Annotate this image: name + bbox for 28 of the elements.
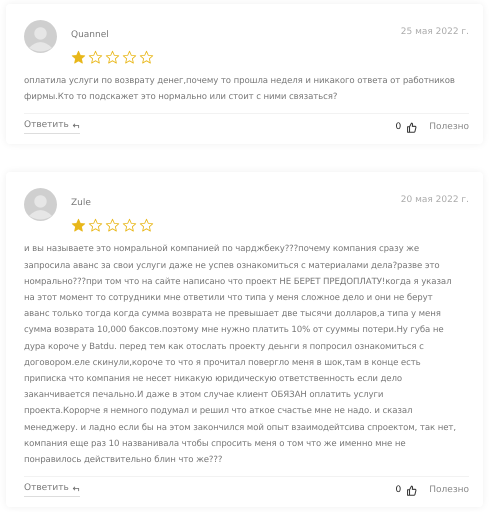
empty-star-icon xyxy=(88,218,103,234)
helpful-label[interactable]: Полезно xyxy=(429,122,469,132)
reply-link[interactable]: Ответить xyxy=(24,483,80,498)
empty-star-icon xyxy=(88,50,103,65)
thumbs-up-icon[interactable] xyxy=(406,122,418,133)
review-text: оплатила услуги по возврату денег,почему то прошла неделя и никакого ответа от работников фирмы.Кто то подскажет это нормально или стоит с ними связаться? xyxy=(24,75,456,104)
author-name: Quannel xyxy=(71,30,110,40)
reply-link[interactable]: Ответить xyxy=(24,120,80,134)
helpful-label[interactable]: Полезно xyxy=(429,485,469,496)
review-text: и вы называете это номральной компанией по чарджбеку???почему компания сразу же запросила аванс за свои услуги даже не успев ознакомиться с материалами дела?разве это номрально???при том что на сайте написано что проект НЕ БЕРЕТ ПРЕДОПЛАТУ!когда я указал на этот момент то сотрудники мне ответили что типа у меня сложное дело и они не берут аванс только тогда когда сумма возврата не превышает две тысячи долларов,а типа у меня сумма возврата 10,000 баксов.поэтому мне нужно платить 10% от сууммы потери.Ну губа не дура короче у Batdu. перед тем как отослать проекту деьнги я попросил ознакомиться с договором.еле скинули,короче то что я прочитал повергло меня в шок,там в конце есть приписка что компания не несет никакую юридическую ответственность если дело заканчивается печально.И даже в этом случае клиент ОБЯЗАН оплатить услуги проекта.Корорче я немного подумал и решил что аткое счастье мне не надо. и сказал менеджеру. и ладно если бы на этом закончился мой опыт взаимодейтсива спроектом, так нет, компания еще раз 10 названивала чтобы спросить меня о том что же именно мне не понравилось действительно блин что же??? xyxy=(24,243,456,468)
empty-star-icon xyxy=(105,218,120,234)
reply-arrow-icon xyxy=(72,484,80,492)
review-date: 20 мая 2022 г. xyxy=(400,194,469,206)
like-count: 0 xyxy=(396,122,402,132)
author-name: Zule xyxy=(71,198,92,208)
avatar-icon xyxy=(24,20,57,53)
empty-star-icon xyxy=(122,50,137,65)
empty-star-icon xyxy=(139,50,154,65)
reply-arrow-icon xyxy=(72,122,80,129)
empty-star-icon xyxy=(139,218,154,234)
like-count: 0 xyxy=(396,485,402,496)
filled-star-icon xyxy=(71,218,86,234)
review-date: 25 мая 2022 г. xyxy=(400,26,469,37)
thumbs-up-icon[interactable] xyxy=(406,484,418,496)
empty-star-icon xyxy=(122,218,137,234)
avatar-icon xyxy=(24,188,57,222)
filled-star-icon xyxy=(71,50,86,65)
empty-star-icon xyxy=(105,50,120,65)
